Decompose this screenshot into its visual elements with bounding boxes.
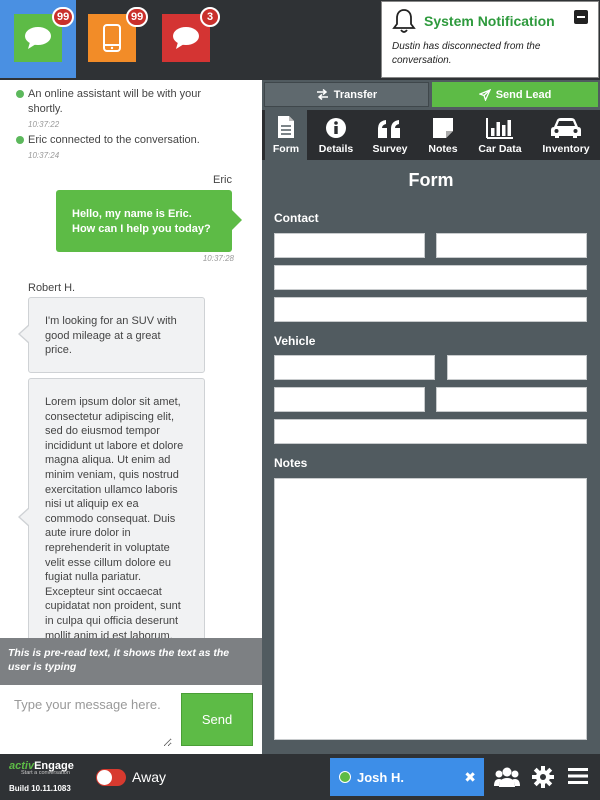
hamburger-menu-icon[interactable] (568, 766, 588, 786)
send-lead-label: Send Lead (495, 88, 552, 101)
visitor-name: Robert H. (28, 282, 76, 294)
active-user-name: Josh H. (357, 769, 404, 785)
agent-name: Eric (213, 174, 232, 186)
send-lead-button[interactable]: Send Lead (432, 82, 598, 107)
chat-bubble-icon (173, 27, 199, 49)
toggle-knob (97, 770, 112, 785)
tab-label: Inventory (542, 143, 590, 155)
tab-label: Car Data (478, 143, 522, 155)
vehicle-trim-field[interactable] (436, 387, 587, 412)
bell-icon (392, 9, 416, 33)
form-panel: Transfer Send Lead Form Details Survey N… (262, 80, 600, 754)
system-message: An online assistant will be with your sh… (16, 87, 216, 132)
close-icon[interactable]: ✖ (464, 769, 476, 786)
paper-plane-icon (478, 88, 491, 101)
tab-survey[interactable]: Survey (366, 110, 414, 160)
vehicle-label: Vehicle (274, 334, 316, 348)
brand-tagline: Start a conversation (21, 770, 70, 776)
tab-car-data[interactable]: Car Data (474, 110, 526, 160)
notification-title: System Notification (424, 13, 555, 29)
online-status-icon (339, 771, 351, 783)
tab-label: Details (318, 143, 354, 155)
channel-messages[interactable]: 3 (148, 0, 224, 78)
contact-last-name-field[interactable] (436, 233, 587, 258)
agent-message-time: 10:37:28 (202, 254, 234, 263)
notes-label: Notes (274, 456, 308, 470)
system-message-time: 10:37:24 (28, 151, 60, 160)
channel-badge: 99 (126, 7, 149, 27)
tab-label: Notes (428, 143, 458, 155)
gear-icon[interactable] (532, 766, 554, 788)
vehicle-vin-field[interactable] (274, 419, 587, 444)
send-button[interactable]: Send (181, 693, 253, 746)
vehicle-year-field[interactable] (274, 355, 435, 380)
tab-label: Survey (372, 143, 408, 155)
contact-phone-field[interactable] (274, 297, 587, 322)
contact-first-name-field[interactable] (274, 233, 425, 258)
availability-toggle[interactable] (96, 769, 126, 786)
tab-inventory[interactable]: Inventory (538, 110, 594, 160)
system-notification: System Notification Dustin has disconnec… (381, 1, 599, 78)
contact-email-field[interactable] (274, 265, 587, 290)
bar-chart-icon (486, 118, 513, 139)
top-bar: 99 99 3 System Notification Dustin has d… (0, 0, 600, 80)
swap-arrows-icon (316, 89, 328, 100)
users-group-icon[interactable] (494, 766, 520, 788)
visitor-message: I'm looking for an SUV with good mileage… (18, 297, 205, 373)
info-icon (326, 118, 346, 138)
phone-icon (103, 24, 121, 52)
chat-bubble-icon (25, 27, 51, 49)
tab-bar: Form Details Survey Notes Car Data Inven… (262, 110, 600, 160)
channel-sms[interactable]: 99 (74, 0, 150, 78)
message-composer: Send (0, 685, 262, 754)
status-dot-icon (16, 136, 24, 144)
status-dot-icon (16, 90, 24, 98)
sticky-note-icon (433, 118, 453, 138)
channel-badge: 3 (200, 7, 220, 27)
channel-chat[interactable]: 99 (0, 0, 76, 78)
preread-text: This is pre-read text, it shows the text… (0, 638, 262, 685)
build-number: Build 10.11.1083 (9, 784, 71, 793)
system-message-text: Eric connected to the conversation. (28, 134, 200, 146)
document-icon (278, 116, 294, 138)
transfer-label: Transfer (333, 88, 378, 101)
system-message: Eric connected to the conversation. 10:3… (16, 133, 216, 163)
availability-status: Away (132, 769, 166, 785)
message-input[interactable] (6, 691, 172, 747)
tab-form[interactable]: Form (265, 110, 307, 160)
notification-body: Dustin has disconnected from the convers… (392, 41, 541, 66)
car-icon (551, 118, 581, 138)
channel-badge: 99 (52, 7, 75, 27)
tab-details[interactable]: Details (313, 110, 359, 160)
chat-transcript[interactable]: An online assistant will be with your sh… (0, 80, 262, 638)
form-title: Form (408, 170, 454, 190)
vehicle-model-field[interactable] (274, 387, 425, 412)
agent-message: Hello, my name is Eric. How can I help y… (56, 190, 242, 252)
active-user-chip[interactable]: Josh H. ✖ (330, 758, 484, 796)
transfer-button[interactable]: Transfer (264, 82, 429, 107)
notes-textarea[interactable] (274, 478, 587, 740)
minimize-icon[interactable] (574, 10, 588, 24)
brand-logo: activEngage Start a conversation (9, 760, 74, 776)
contact-label: Contact (274, 211, 319, 225)
system-message-text: An online assistant will be with your sh… (28, 88, 202, 115)
tab-notes[interactable]: Notes (422, 110, 464, 160)
footer-bar: activEngage Start a conversation Build 1… (0, 754, 600, 800)
tab-label: Form (272, 143, 300, 155)
quote-icon (378, 120, 400, 138)
system-message-time: 10:37:22 (28, 120, 60, 129)
vehicle-make-field[interactable] (447, 355, 587, 380)
visitor-message: Lorem ipsum dolor sit amet, consectetur … (18, 378, 205, 638)
